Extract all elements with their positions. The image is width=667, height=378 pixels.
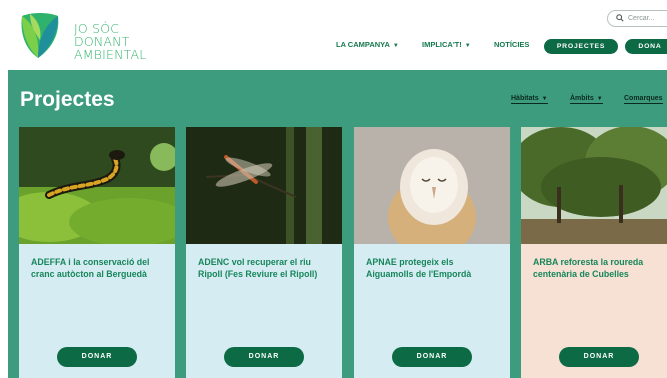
nav-item-la-campanya[interactable]: LA CAMPANYA ▼	[336, 40, 399, 49]
filter-habitats[interactable]: Hàbitats ▼	[511, 95, 548, 104]
project-card[interactable]: ADEFFA i la conservació del cranc autòct…	[19, 127, 175, 378]
site-header: JO SÓC DONANT AMBIENTAL Cercar... LA CAM…	[0, 0, 667, 70]
card-title[interactable]: ADENC vol recuperar el riu Ripoll (Fes R…	[198, 256, 334, 280]
projectes-button[interactable]: PROJECTES	[544, 39, 618, 54]
search-icon	[616, 14, 624, 22]
salamander-photo	[19, 127, 175, 244]
donar-button[interactable]: DONAR	[224, 347, 304, 367]
nav-label: NOTÍCIES	[494, 40, 530, 49]
forest-photo	[521, 127, 667, 244]
chevron-down-icon: ▼	[541, 96, 548, 102]
project-card[interactable]: ARBA reforesta la roureda centenària de …	[521, 127, 667, 378]
dona-button[interactable]: DONA	[625, 39, 667, 54]
search-input[interactable]: Cercar...	[607, 10, 667, 27]
search-placeholder: Cercar...	[628, 15, 655, 22]
nav-item-noticies[interactable]: NOTÍCIES	[494, 40, 529, 49]
donar-button[interactable]: DONAR	[57, 347, 137, 367]
project-card[interactable]: APNAE protegeix els Aiguamolls de l'Empo…	[354, 127, 510, 378]
card-title[interactable]: ADEFFA i la conservació del cranc autòct…	[31, 256, 167, 280]
project-card[interactable]: ADENC vol recuperar el riu Ripoll (Fes R…	[186, 127, 342, 378]
filter-comarques[interactable]: Comarques	[624, 95, 663, 104]
chevron-down-icon: ▼	[392, 43, 399, 49]
donar-button[interactable]: DONAR	[392, 347, 472, 367]
nav-item-implicat[interactable]: IMPLICA'T! ▼	[422, 40, 471, 49]
filter-label: Comarques	[624, 95, 663, 102]
nav-label: IMPLICA'T!	[422, 40, 462, 49]
nav-label: LA CAMPANYA	[336, 40, 390, 49]
card-title[interactable]: ARBA reforesta la roureda centenària de …	[533, 256, 667, 280]
page-title: Projectes	[20, 88, 115, 111]
chevron-down-icon: ▼	[464, 43, 471, 49]
owl-photo	[354, 127, 510, 244]
filter-ambits[interactable]: Àmbits ▼	[570, 95, 603, 104]
filter-label: Àmbits	[570, 95, 594, 102]
filter-label: Hàbitats	[511, 95, 539, 102]
dragonfly-photo	[186, 127, 342, 244]
donar-button[interactable]: DONAR	[559, 347, 639, 367]
chevron-down-icon: ▼	[596, 96, 603, 102]
card-title[interactable]: APNAE protegeix els Aiguamolls de l'Empo…	[366, 256, 502, 280]
